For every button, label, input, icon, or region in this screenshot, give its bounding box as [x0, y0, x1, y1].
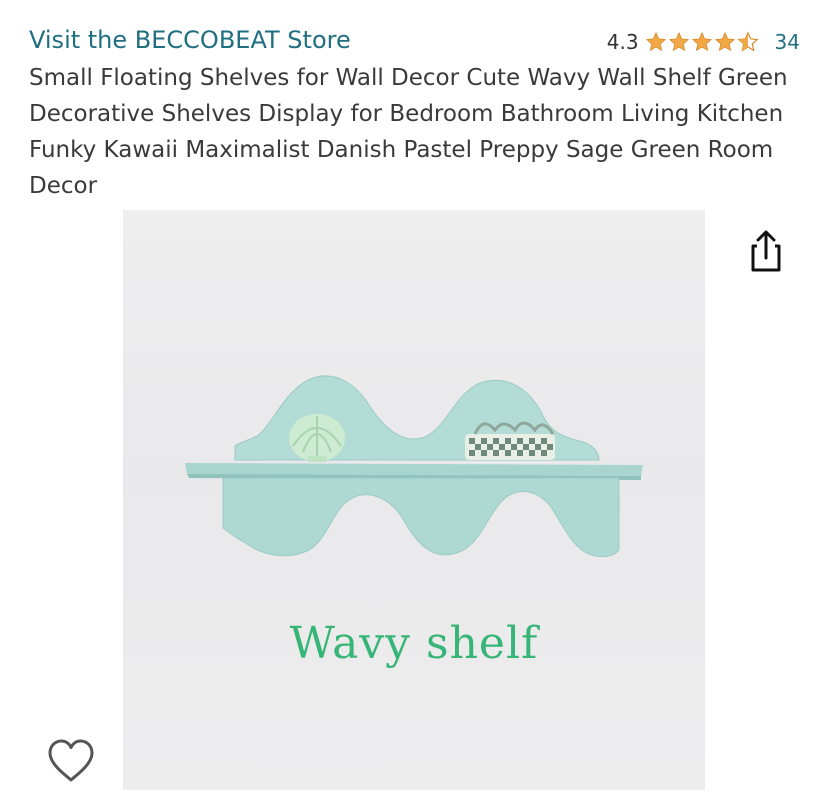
- rating-value: 4.3: [606, 30, 639, 54]
- star-rating: [645, 31, 759, 53]
- shelf-top: [185, 463, 643, 476]
- half-star-icon: [737, 31, 759, 53]
- wishlist-button[interactable]: [46, 738, 96, 784]
- heart-icon: [48, 739, 94, 782]
- share-icon: [751, 230, 781, 272]
- product-title: Small Floating Shelves for Wall Decor Cu…: [29, 65, 788, 199]
- star-icon: [668, 31, 690, 53]
- star-icon: [645, 31, 667, 53]
- wavy-shelf-illustration: [185, 375, 643, 558]
- visit-store-link[interactable]: Visit the BECCOBEAT Store: [29, 24, 351, 56]
- rating-summary[interactable]: 4.3 34: [607, 28, 800, 56]
- share-button[interactable]: [745, 228, 787, 274]
- star-icon: [714, 31, 736, 53]
- image-caption: Wavy shelf: [289, 618, 539, 669]
- star-icon: [691, 31, 713, 53]
- rating-count-link[interactable]: 34: [775, 30, 800, 54]
- product-image[interactable]: Wavy shelf: [123, 210, 705, 790]
- shelf-bracket-panel: [222, 477, 620, 558]
